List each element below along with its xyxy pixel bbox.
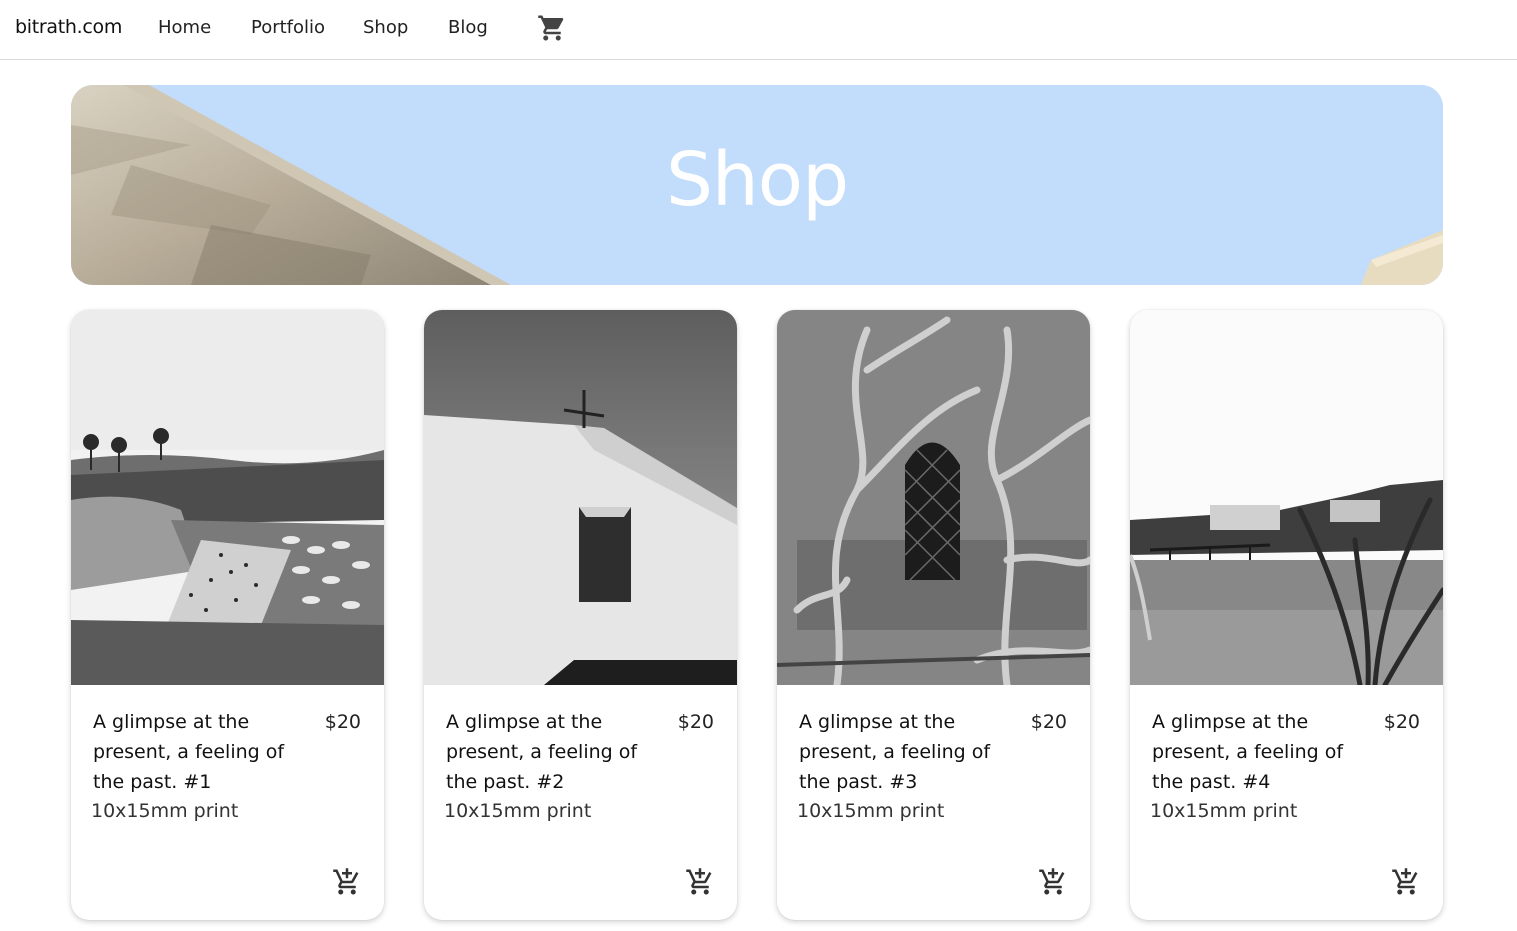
page-title: Shop [665, 137, 849, 223]
product-subtitle: 10x15mm print [797, 800, 945, 822]
nav-link-home[interactable]: Home [158, 17, 211, 38]
product-card[interactable]: A glimpse at the present, a feeling of t… [424, 310, 737, 920]
beach-photo[interactable] [71, 310, 384, 685]
product-price: $20 [324, 711, 361, 733]
product-price: $20 [677, 711, 714, 733]
product-subtitle: 10x15mm print [444, 800, 592, 822]
product-price: $20 [1030, 711, 1067, 733]
nav-link-blog[interactable]: Blog [448, 17, 488, 38]
add-to-cart-icon[interactable] [685, 867, 715, 897]
product-title[interactable]: A glimpse at the present, a feeling of t… [93, 707, 308, 797]
shopping-cart-icon[interactable] [537, 13, 567, 43]
brand-logo-link[interactable]: bitrath.com [15, 16, 122, 38]
product-title[interactable]: A glimpse at the present, a feeling of t… [799, 707, 1014, 797]
add-to-cart-icon[interactable] [332, 867, 362, 897]
hero-banner: Shop [71, 85, 1443, 285]
nav-link-shop[interactable]: Shop [363, 17, 408, 38]
bay-photo[interactable] [1130, 310, 1443, 685]
product-card[interactable]: A glimpse at the present, a feeling of t… [71, 310, 384, 920]
product-card[interactable]: A glimpse at the present, a feeling of t… [1130, 310, 1443, 920]
product-title[interactable]: A glimpse at the present, a feeling of t… [446, 707, 661, 797]
product-card[interactable]: A glimpse at the present, a feeling of t… [777, 310, 1090, 920]
add-to-cart-icon[interactable] [1391, 867, 1421, 897]
top-navbar: bitrath.com Home Portfolio Shop Blog [0, 0, 1517, 60]
product-price: $20 [1383, 711, 1420, 733]
vine-window-photo[interactable] [777, 310, 1090, 685]
product-title[interactable]: A glimpse at the present, a feeling of t… [1152, 707, 1367, 797]
add-to-cart-icon[interactable] [1038, 867, 1068, 897]
nav-link-portfolio[interactable]: Portfolio [251, 17, 325, 38]
product-subtitle: 10x15mm print [91, 800, 239, 822]
product-subtitle: 10x15mm print [1150, 800, 1298, 822]
chapel-photo[interactable] [424, 310, 737, 685]
